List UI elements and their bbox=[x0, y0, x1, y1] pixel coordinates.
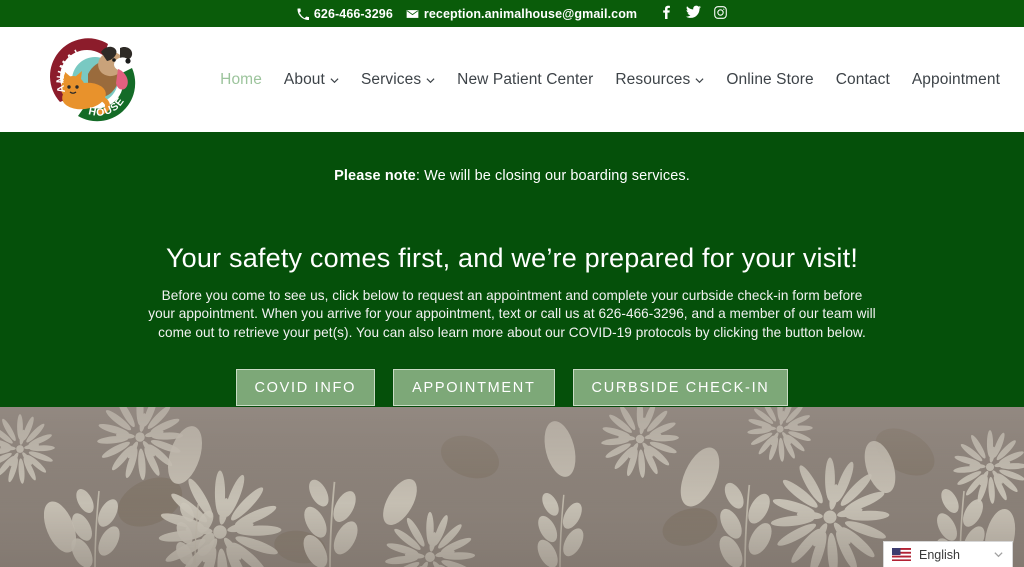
notice-bold: Please note bbox=[334, 168, 416, 184]
nav-label-contact: Contact bbox=[835, 70, 890, 88]
hero-section: Please note: We will be closing our boar… bbox=[0, 132, 1024, 407]
chevron-down-icon bbox=[695, 78, 704, 84]
page-root: 626-466-3296 reception.animalhouse@gmail… bbox=[0, 0, 1024, 567]
covid-info-button[interactable]: COVID INFO bbox=[235, 368, 376, 407]
main-navigation: Home About Services New Patient Center R… bbox=[220, 71, 1002, 89]
email-link[interactable]: reception.animalhouse@gmail.com bbox=[406, 7, 637, 21]
appointment-button[interactable]: APPOINTMENT bbox=[393, 368, 555, 407]
nav-item-contact[interactable]: Contact bbox=[836, 71, 890, 89]
notice-banner: Please note: We will be closing our boar… bbox=[0, 166, 1024, 188]
twitter-icon[interactable] bbox=[686, 5, 702, 22]
envelope-icon bbox=[406, 9, 419, 19]
nav-item-services[interactable]: Services bbox=[361, 71, 435, 89]
instagram-icon[interactable] bbox=[714, 5, 727, 22]
language-selector[interactable]: English bbox=[883, 541, 1013, 567]
nav-item-appointment[interactable]: Appointment bbox=[912, 71, 1000, 89]
nav-label-new-patient-center: New Patient Center bbox=[457, 70, 594, 88]
nav-label-home: Home bbox=[220, 70, 262, 88]
language-label: English bbox=[919, 547, 960, 562]
nav-label-resources: Resources bbox=[615, 70, 691, 88]
hero-body-text: Before you come to see us, click below t… bbox=[148, 287, 876, 340]
floral-pattern bbox=[0, 407, 1024, 567]
site-header: ANIMAL HOUSE Home About Services New Pat… bbox=[0, 27, 1024, 132]
chevron-down-icon bbox=[330, 78, 339, 84]
cta-button-row: COVID INFO APPOINTMENT CURBSIDE CHECK-IN bbox=[0, 368, 1024, 407]
hero-title: Your safety comes first, and we’re prepa… bbox=[165, 242, 859, 273]
facebook-icon[interactable] bbox=[660, 5, 673, 22]
top-contact-bar: 626-466-3296 reception.animalhouse@gmail… bbox=[0, 0, 1024, 27]
nav-item-resources[interactable]: Resources bbox=[615, 71, 704, 89]
chevron-down-icon bbox=[426, 78, 435, 84]
nav-item-new-patient-center[interactable]: New Patient Center bbox=[457, 71, 593, 89]
chevron-down-icon bbox=[994, 552, 1003, 558]
phone-link[interactable]: 626-466-3296 bbox=[297, 7, 393, 21]
email-address: reception.animalhouse@gmail.com bbox=[423, 6, 638, 21]
nav-label-about: About bbox=[283, 70, 325, 88]
nav-item-home[interactable]: Home bbox=[220, 71, 262, 89]
nav-label-online-store: Online Store bbox=[726, 70, 814, 88]
nav-item-online-store[interactable]: Online Store bbox=[726, 71, 813, 89]
nav-label-appointment: Appointment bbox=[911, 70, 1000, 88]
nav-label-services: Services bbox=[360, 70, 422, 88]
phone-icon bbox=[297, 8, 309, 20]
us-flag-icon bbox=[892, 548, 911, 561]
social-links bbox=[660, 5, 727, 22]
notice-rest: : We will be closing our boarding servic… bbox=[415, 168, 690, 184]
nav-item-about[interactable]: About bbox=[284, 71, 339, 89]
curbside-checkin-button[interactable]: CURBSIDE CHECK-IN bbox=[572, 368, 789, 407]
phone-number: 626-466-3296 bbox=[313, 6, 393, 21]
floral-background: English bbox=[0, 407, 1024, 567]
animal-house-logo[interactable]: ANIMAL HOUSE bbox=[48, 34, 143, 126]
